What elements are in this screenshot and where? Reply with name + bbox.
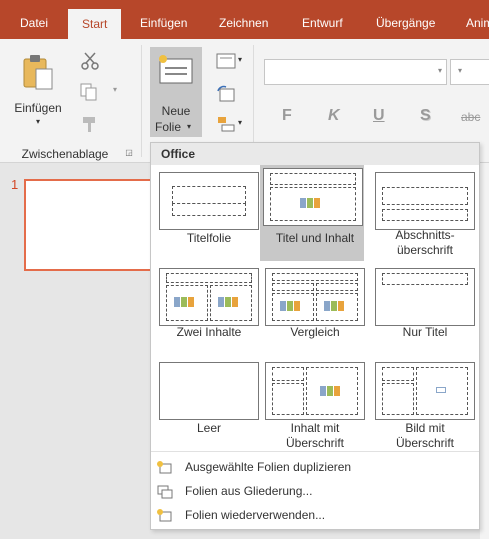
layout-titelfolie[interactable]: Titelfolie (154, 167, 259, 261)
shadow-button[interactable]: S (420, 107, 431, 125)
layout-leer[interactable]: Leer (154, 357, 259, 451)
layout-label-line2: Überschrift (395, 436, 454, 450)
font-size-dropdown-icon[interactable]: ▾ (455, 66, 465, 75)
layout-label: Titelfolie (186, 231, 232, 245)
ribbon-tab-bar: Datei Start Einfügen Zeichnen Entwurf Üb… (0, 0, 489, 39)
menu-item-label: Folien aus Gliederung... (185, 484, 313, 498)
tab-entwurf[interactable]: Entwurf (302, 0, 343, 39)
layout-label: Inhalt mit (290, 421, 340, 435)
dialog-launcher-icon[interactable]: ◲ (124, 148, 134, 157)
layout-label: Abschnitts- (395, 228, 455, 242)
tab-zeichnen[interactable]: Zeichnen (219, 0, 268, 39)
tab-animationen[interactable]: Anim (466, 0, 489, 39)
layout-gallery-header: Office (151, 143, 479, 165)
new-slide-chevron-icon: ▾ (186, 122, 191, 131)
layout-label-line2: überschrift (396, 243, 454, 257)
layout-label: Zwei Inhalte (176, 325, 242, 339)
new-slide-label-line1: Neue (161, 104, 191, 118)
layout-preview (159, 362, 259, 420)
cut-icon[interactable] (80, 51, 100, 71)
layout-dropdown-icon[interactable]: ▾ (236, 55, 244, 64)
new-slide-button[interactable]: Neue Folie ▾ (150, 47, 202, 137)
menu-item-label: Ausgewählte Folien duplizieren (185, 460, 352, 474)
layout-label: Leer (196, 421, 222, 435)
new-slide-dropdown: Office Titelfolie Titel und Inhalt Absch… (150, 142, 480, 530)
layout-inhalt-mit-ueberschrift[interactable]: Inhalt mit Überschrift (260, 357, 365, 451)
layout-label: Titel und Inhalt (275, 231, 355, 245)
menu-slides-from-outline[interactable]: Folien aus Gliederung... (155, 480, 475, 502)
content-placeholder-icon (324, 300, 348, 312)
content-placeholder-icon (174, 296, 198, 308)
menu-duplicate-slides[interactable]: Ausgewählte Folien duplizieren (155, 456, 475, 478)
copy-dropdown-icon[interactable]: ▾ (110, 85, 120, 94)
layout-preview (263, 168, 363, 226)
reuse-slides-icon (157, 508, 173, 522)
underline-button[interactable]: U (373, 107, 385, 125)
tab-einfuegen[interactable]: Einfügen (140, 0, 187, 39)
layout-abschnittsueberschrift[interactable]: Abschnitts- überschrift (370, 167, 475, 261)
layout-preview (159, 268, 259, 326)
layout-bild-mit-ueberschrift[interactable]: Bild mit Überschrift (370, 357, 475, 451)
tab-uebergaenge[interactable]: Übergänge (376, 0, 435, 39)
picture-placeholder-icon (436, 387, 446, 393)
menu-reuse-slides[interactable]: Folien wiederverwenden... (155, 504, 475, 526)
tab-datei[interactable]: Datei (20, 0, 48, 39)
new-slide-icon (158, 55, 194, 85)
layout-preview (265, 268, 365, 326)
group-separator (253, 45, 254, 157)
chevron-down-icon[interactable]: ▾ (33, 117, 43, 126)
outline-icon (157, 484, 173, 499)
italic-button[interactable]: K (328, 107, 340, 125)
layout-preview (159, 172, 259, 230)
content-placeholder-icon (320, 385, 344, 397)
content-placeholder-icon (280, 300, 304, 312)
bold-button[interactable]: F (282, 107, 292, 125)
duplicate-slide-icon (157, 460, 173, 474)
font-name-combo[interactable]: ▾ (264, 59, 447, 85)
new-slide-label-line2: Folie (154, 120, 181, 134)
font-size-combo[interactable]: ▾ (450, 59, 489, 85)
paste-icon[interactable] (22, 53, 58, 93)
group-separator (141, 45, 142, 157)
editor-edge (480, 163, 489, 539)
layout-label: Vergleich (290, 325, 340, 339)
reset-icon[interactable] (216, 85, 236, 103)
slide-number: 1 (11, 177, 19, 192)
menu-item-label: Folien wiederverwenden... (185, 508, 326, 522)
menu-separator (151, 451, 479, 452)
slide-thumbnail-pane: 1 (0, 163, 164, 539)
copy-icon[interactable] (79, 82, 99, 102)
layout-preview (375, 172, 475, 230)
clipboard-group-label: Zwischenablage (21, 147, 109, 161)
layout-nur-titel[interactable]: Nur Titel (370, 263, 475, 357)
format-painter-icon[interactable] (80, 114, 100, 134)
tab-start[interactable]: Start (68, 9, 122, 39)
layout-label-line2: Überschrift (285, 436, 344, 450)
layout-titel-und-inhalt[interactable]: Titel und Inhalt (260, 165, 364, 261)
content-placeholder-icon (218, 296, 242, 308)
content-placeholder-icon (300, 197, 324, 209)
layout-label: Nur Titel (402, 325, 448, 339)
strikethrough-button[interactable]: abc (461, 110, 480, 124)
layout-preview (375, 268, 475, 326)
section-dropdown-icon[interactable]: ▾ (236, 118, 244, 127)
layout-icon[interactable] (216, 53, 236, 69)
paste-button[interactable]: Einfügen (10, 101, 66, 115)
layout-vergleich[interactable]: Vergleich (260, 263, 365, 357)
layout-zwei-inhalte[interactable]: Zwei Inhalte (154, 263, 259, 357)
layout-label: Bild mit (405, 421, 445, 435)
layout-preview (265, 362, 365, 420)
slide-thumbnail[interactable] (24, 179, 164, 271)
font-name-dropdown-icon[interactable]: ▾ (435, 66, 445, 75)
layout-preview (375, 362, 475, 420)
section-icon[interactable] (216, 115, 236, 133)
